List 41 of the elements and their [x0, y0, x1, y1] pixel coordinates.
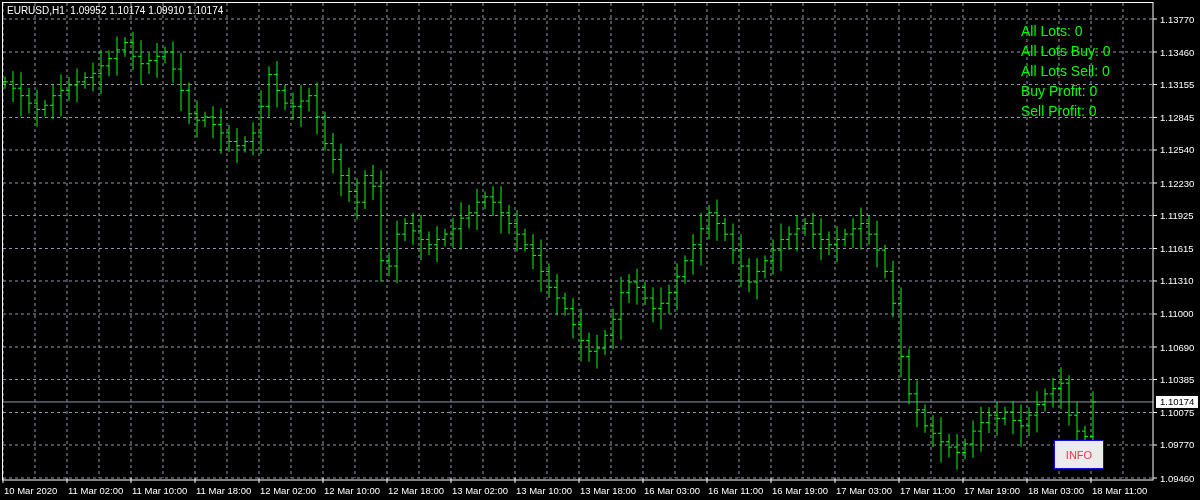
price-axis-label: 1.13155	[1160, 79, 1195, 90]
info-button[interactable]: INFO	[1054, 440, 1104, 469]
info-line: All Lots Buy: 0	[1021, 43, 1111, 60]
price-axis-label: 1.12540	[1160, 144, 1195, 156]
time-axis-label: 13 Mar 02:00	[452, 485, 508, 496]
time-axis-label: 11 Mar 18:00	[196, 485, 252, 496]
current-price-label: 1.10174	[1156, 395, 1198, 408]
price-axis-label: 1.13460	[1160, 46, 1195, 58]
price-axis-label: 1.10385	[1160, 374, 1195, 385]
time-axis-label: 17 Mar 19:00	[964, 485, 1020, 496]
time-axis-label: 18 Mar 11:00	[1092, 485, 1148, 496]
time-axis-label: 18 Mar 03:00	[1028, 485, 1084, 496]
time-axis-label: 16 Mar 19:00	[772, 485, 828, 496]
time-axis-label: 16 Mar 03:00	[644, 485, 700, 496]
time-axis-label: 12 Mar 18:00	[388, 485, 444, 496]
time-axis-label: 16 Mar 11:00	[708, 485, 764, 496]
info-line: All Lots Sell: 0	[1021, 63, 1111, 80]
time-axis-label: 17 Mar 11:00	[900, 485, 956, 496]
price-axis-label: 1.10690	[1160, 341, 1195, 353]
price-axis-label: 1.13770	[1160, 13, 1195, 25]
time-axis-label: 12 Mar 02:00	[260, 485, 316, 496]
price-axis-label: 1.11000	[1160, 308, 1194, 320]
time-axis-label: 11 Mar 10:00	[132, 485, 188, 496]
info-line: Sell Profit: 0	[1021, 103, 1098, 120]
time-axis-label: 12 Mar 10:00	[324, 485, 380, 496]
time-axis-label: 11 Mar 02:00	[68, 485, 124, 496]
time-axis-label: 13 Mar 10:00	[516, 485, 572, 496]
price-axis-label: 1.11310	[1160, 275, 1194, 287]
price-axis-label: 1.10075	[1160, 407, 1195, 418]
time-axis-label: 13 Mar 18:00	[580, 485, 636, 496]
price-axis-label: 1.09770	[1160, 439, 1195, 451]
info-line: Buy Profit: 0	[1021, 83, 1099, 100]
price-axis-label: 1.12845	[1160, 112, 1195, 123]
price-axis-label: 1.11925	[1160, 210, 1194, 221]
time-axis-label: 17 Mar 03:00	[836, 485, 892, 496]
price-axis-label: 1.09460	[1160, 472, 1195, 484]
info-line: All Lots: 0	[1021, 23, 1084, 40]
chart-header: EURUSD,H1 1.09952 1.10174 1.09910 1.10174	[7, 5, 224, 16]
price-axis-label: 1.11615	[1160, 243, 1194, 254]
time-axis-label: 10 Mar 2020	[4, 485, 58, 496]
price-axis-label: 1.12230	[1160, 177, 1195, 189]
